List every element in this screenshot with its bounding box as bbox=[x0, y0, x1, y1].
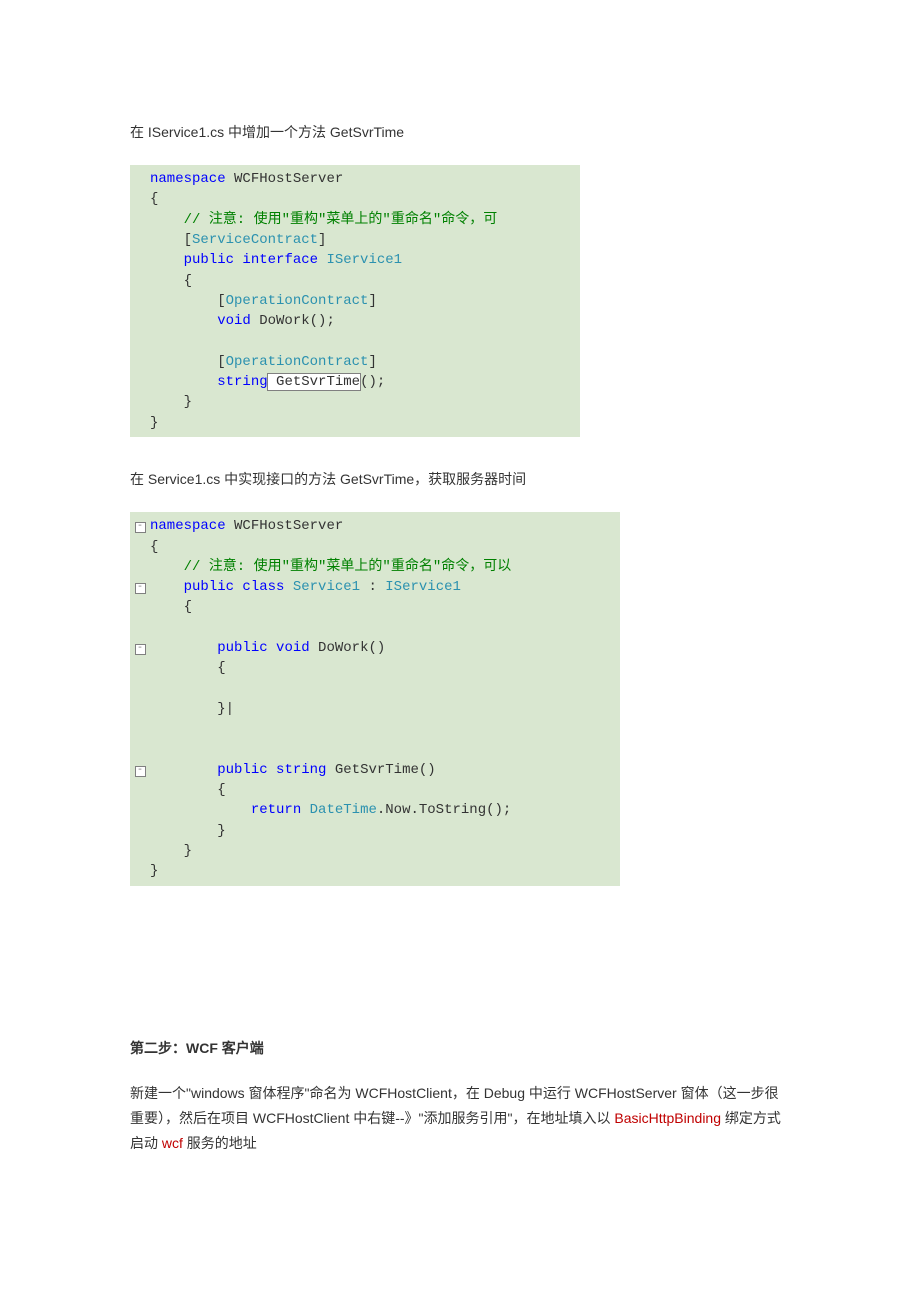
colon: : bbox=[360, 579, 385, 595]
brace-close-b4: } bbox=[150, 823, 226, 839]
fold-icon[interactable]: - bbox=[135, 644, 146, 655]
type-service1: Service1 bbox=[293, 579, 360, 595]
op-attr-close: ] bbox=[368, 293, 376, 309]
fold-icon[interactable]: - bbox=[135, 522, 146, 533]
kw-namespace: namespace bbox=[150, 171, 226, 187]
kw-public-b: public bbox=[184, 579, 234, 595]
method-dowork-sig: DoWork() bbox=[310, 640, 386, 656]
attr-operationcontract-2: OperationContract bbox=[226, 354, 369, 370]
comment-prefix-b: // bbox=[150, 559, 209, 575]
space bbox=[301, 802, 309, 818]
kw-class: class bbox=[234, 579, 293, 595]
op-attr-open-2: [ bbox=[150, 354, 226, 370]
brace-open-b3: { bbox=[150, 660, 226, 676]
kw-public: public bbox=[184, 252, 234, 268]
step2-body: 新建一个"windows 窗体程序"命名为 WCFHostClient，在 De… bbox=[130, 1081, 790, 1157]
kw-string-b: string bbox=[276, 762, 326, 778]
brace-open-b2: { bbox=[150, 599, 192, 615]
brace-close-b1: } bbox=[150, 863, 158, 879]
red-basichttpbinding: BasicHttpBinding bbox=[614, 1110, 721, 1126]
method-getsvrtime-suffix: (); bbox=[360, 374, 385, 390]
ns-name-2: WCFHostServer bbox=[226, 518, 344, 534]
comment-text-b: 注意: 使用"重构"菜单上的"重命名"命令，可以 bbox=[209, 559, 511, 575]
comment-text: 注意: 使用"重构"菜单上的"重命名"命令，可 bbox=[209, 212, 497, 228]
method-dowork: DoWork(); bbox=[251, 313, 335, 329]
code-block-service1: -namespace WCFHostServer { // 注意: 使用"重构"… bbox=[130, 512, 620, 885]
kw-public-d: public bbox=[217, 762, 267, 778]
attr-servicecontract: ServiceContract bbox=[192, 232, 318, 248]
op-attr-close-2: ] bbox=[368, 354, 376, 370]
kw-void-b: void bbox=[276, 640, 310, 656]
type-datetime: DateTime bbox=[310, 802, 377, 818]
ns-name: WCFHostServer bbox=[226, 171, 344, 187]
kw-public-c: public bbox=[217, 640, 267, 656]
kw-interface: interface bbox=[234, 252, 326, 268]
type-iservice1-b: IService1 bbox=[385, 579, 461, 595]
brace-close-b3: } bbox=[150, 701, 226, 717]
brace-close-1: } bbox=[150, 415, 158, 431]
code-block-iservice: namespace WCFHostServer { // 注意: 使用"重构"菜… bbox=[130, 165, 580, 437]
kw-string: string bbox=[217, 374, 267, 390]
step2-body-c: 服务的地址 bbox=[183, 1135, 257, 1151]
brace-open-2: { bbox=[150, 273, 192, 289]
now-call: .Now.ToString(); bbox=[377, 802, 511, 818]
brace-open: { bbox=[150, 191, 158, 207]
kw-return: return bbox=[251, 802, 301, 818]
brace-open-b: { bbox=[150, 539, 158, 555]
method-getsvrtime-pre: GetSvrTime bbox=[268, 374, 360, 390]
step2-heading: 第二步：WCF 客户端 bbox=[130, 1036, 790, 1061]
attr-operationcontract: OperationContract bbox=[226, 293, 369, 309]
fold-icon[interactable]: - bbox=[135, 766, 146, 777]
brace-open-b4: { bbox=[150, 782, 226, 798]
attr-open: [ bbox=[150, 232, 192, 248]
method-getsvrtime-sig: GetSvrTime() bbox=[326, 762, 435, 778]
intro-paragraph-1: 在 IService1.cs 中增加一个方法 GetSvrTime bbox=[130, 120, 790, 145]
red-wcf: wcf bbox=[162, 1135, 183, 1151]
fold-icon[interactable]: - bbox=[135, 583, 146, 594]
attr-close: ] bbox=[318, 232, 326, 248]
type-iservice1: IService1 bbox=[326, 252, 402, 268]
brace-close-b2: } bbox=[150, 843, 192, 859]
kw-namespace-2: namespace bbox=[150, 518, 226, 534]
comment-prefix: // bbox=[150, 212, 209, 228]
kw-void: void bbox=[217, 313, 251, 329]
op-attr-open: [ bbox=[150, 293, 226, 309]
brace-close-2: } bbox=[150, 394, 192, 410]
intro-paragraph-2: 在 Service1.cs 中实现接口的方法 GetSvrTime，获取服务器时… bbox=[130, 467, 790, 492]
